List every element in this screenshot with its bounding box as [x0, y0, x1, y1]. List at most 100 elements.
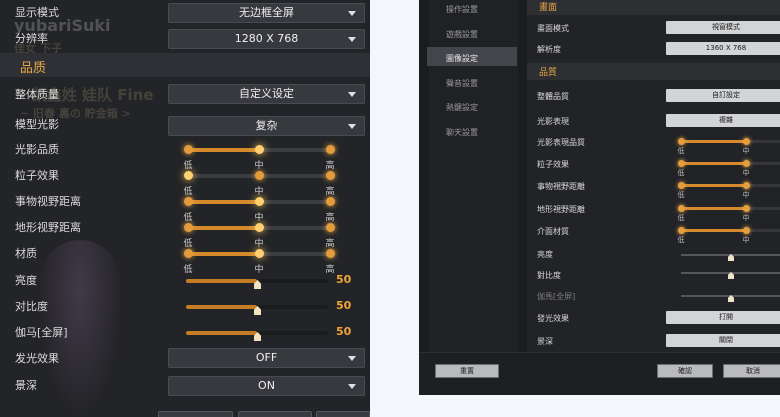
overall-quality-label: 整体质量: [15, 88, 59, 101]
contrast-slider[interactable]: [681, 268, 780, 279]
level-label: 地形視野距離: [537, 205, 585, 214]
slider-stop[interactable]: [255, 249, 264, 258]
slider-stop[interactable]: [678, 138, 685, 145]
resolution-label: 分辨率: [15, 32, 48, 45]
slider-fill: [188, 148, 259, 152]
shading-quality-slider[interactable]: 低中高: [678, 137, 780, 155]
tick-label: 中: [742, 214, 750, 222]
display-mode-dropdown[interactable]: 无边框全屏: [168, 3, 365, 23]
glow-value: OFF: [255, 351, 278, 364]
overall-quality-value: 自定义设定: [239, 87, 294, 100]
tick-label: 低: [677, 191, 685, 199]
screen-mode-dropdown[interactable]: 視窗模式: [666, 21, 780, 34]
overall-quality-dropdown[interactable]: 自定义设定: [168, 84, 365, 104]
ui-texture-slider[interactable]: 低中高: [678, 226, 780, 244]
slider-stop[interactable]: [678, 227, 685, 234]
brightness-label: 亮度: [537, 250, 553, 259]
tick-label: 低: [677, 214, 685, 222]
glow-dropdown[interactable]: 打開: [666, 311, 780, 324]
slider-stop[interactable]: [678, 182, 685, 189]
slider-stop[interactable]: [743, 227, 750, 234]
tick-label: 中: [742, 236, 750, 244]
nav-item-sound[interactable]: 聲音設置: [446, 78, 478, 89]
slider-stop[interactable]: [326, 145, 335, 154]
slider-stop[interactable]: [255, 145, 264, 154]
slider-stop[interactable]: [184, 145, 193, 154]
resolution-dropdown[interactable]: 1280 X 768: [168, 29, 365, 49]
nav-item-graphics[interactable]: 圖像設定: [446, 53, 478, 64]
right-settings-window: 操作設置 遊戲設置 圖像設定 聲音設置 熱鍵設定 聊天設置 畫面 畫面模式 視窗…: [419, 0, 780, 395]
contrast-slider[interactable]: [186, 300, 328, 315]
slider-fill: [186, 305, 257, 309]
footer-button[interactable]: [238, 411, 312, 417]
slider-fill: [681, 140, 746, 143]
slider-stop[interactable]: [678, 205, 685, 212]
slider-fill: [681, 207, 746, 210]
particle-slider[interactable]: 低中高: [183, 169, 335, 197]
level-label: 介面材質: [537, 227, 569, 236]
overall-quality-dropdown[interactable]: 自訂設定: [666, 89, 780, 102]
level-label: 地形视野距离: [15, 221, 81, 234]
slider-stop[interactable]: [255, 171, 264, 180]
slider-stop[interactable]: [743, 138, 750, 145]
shading-label: 光影表現: [537, 117, 569, 126]
slider-stop[interactable]: [255, 223, 264, 232]
nav-item-hotkeys[interactable]: 熱鍵設定: [446, 102, 478, 113]
slider-fill: [681, 162, 746, 165]
reset-button[interactable]: 重置: [435, 364, 499, 378]
gamma-slider[interactable]: [186, 326, 328, 341]
brightness-slider[interactable]: [681, 250, 780, 261]
slider-stop[interactable]: [184, 171, 193, 180]
brightness-label: 亮度: [15, 274, 37, 287]
shading-dropdown[interactable]: 複雜: [666, 114, 780, 127]
settings-footer: 重置 確認 取消: [419, 352, 780, 395]
slider-stop[interactable]: [326, 171, 335, 180]
model-shading-dropdown[interactable]: 复杂: [168, 116, 365, 136]
cancel-button[interactable]: 取消: [723, 364, 780, 378]
nav-item-game[interactable]: 遊戲設置: [446, 29, 478, 40]
ok-button[interactable]: 確認: [657, 364, 713, 378]
slider-stop[interactable]: [678, 160, 685, 167]
slider-stop[interactable]: [184, 249, 193, 258]
model-shading-value: 复杂: [255, 119, 278, 132]
particle-slider[interactable]: 低中高: [678, 159, 780, 177]
slider-stop[interactable]: [743, 205, 750, 212]
slider-stop[interactable]: [255, 197, 264, 206]
slider-stop[interactable]: [326, 249, 335, 258]
slider-stop[interactable]: [184, 223, 193, 232]
resolution-dropdown[interactable]: 1360 X 768: [666, 42, 780, 55]
gamma-slider[interactable]: [681, 291, 780, 302]
slider-stop[interactable]: [326, 197, 335, 206]
glow-label: 发光效果: [15, 352, 59, 365]
dof-label: 景深: [537, 337, 553, 346]
footer-button[interactable]: [316, 411, 370, 417]
tick-label: 中: [742, 169, 750, 177]
tick-label: 低: [677, 147, 685, 155]
slider-stop[interactable]: [184, 197, 193, 206]
tick-label: 中: [742, 191, 750, 199]
slider-stop[interactable]: [743, 182, 750, 189]
object-distance-slider[interactable]: 低中高: [678, 181, 780, 199]
shading-quality-slider[interactable]: 低中高: [183, 143, 335, 171]
nav-item-controls[interactable]: 操作設置: [446, 4, 478, 15]
dof-dropdown[interactable]: 關閉: [666, 334, 780, 347]
object-distance-slider[interactable]: 低中高: [183, 195, 335, 223]
tick-label: 低: [677, 236, 685, 244]
resolution-value: 1280 X 768: [234, 32, 299, 45]
gamma-label: 伽馬[全屏]: [537, 292, 576, 301]
slider-fill: [186, 331, 257, 335]
glow-dropdown[interactable]: OFF: [168, 348, 365, 368]
footer-button[interactable]: [158, 411, 233, 417]
slider-stop[interactable]: [743, 160, 750, 167]
brightness-slider[interactable]: [186, 274, 328, 289]
chevron-down-icon: [348, 384, 356, 389]
dof-dropdown[interactable]: ON: [168, 376, 365, 396]
terrain-distance-slider[interactable]: 低中高: [183, 221, 335, 249]
slider-fill: [188, 226, 259, 230]
terrain-distance-slider[interactable]: 低中高: [678, 204, 780, 222]
nav-item-chat[interactable]: 聊天設置: [446, 127, 478, 138]
gamma-label: 伽马[全屏]: [15, 326, 68, 339]
texture-slider[interactable]: 低中高: [183, 247, 335, 275]
slider-stop[interactable]: [326, 223, 335, 232]
level-label: 粒子效果: [537, 160, 569, 169]
